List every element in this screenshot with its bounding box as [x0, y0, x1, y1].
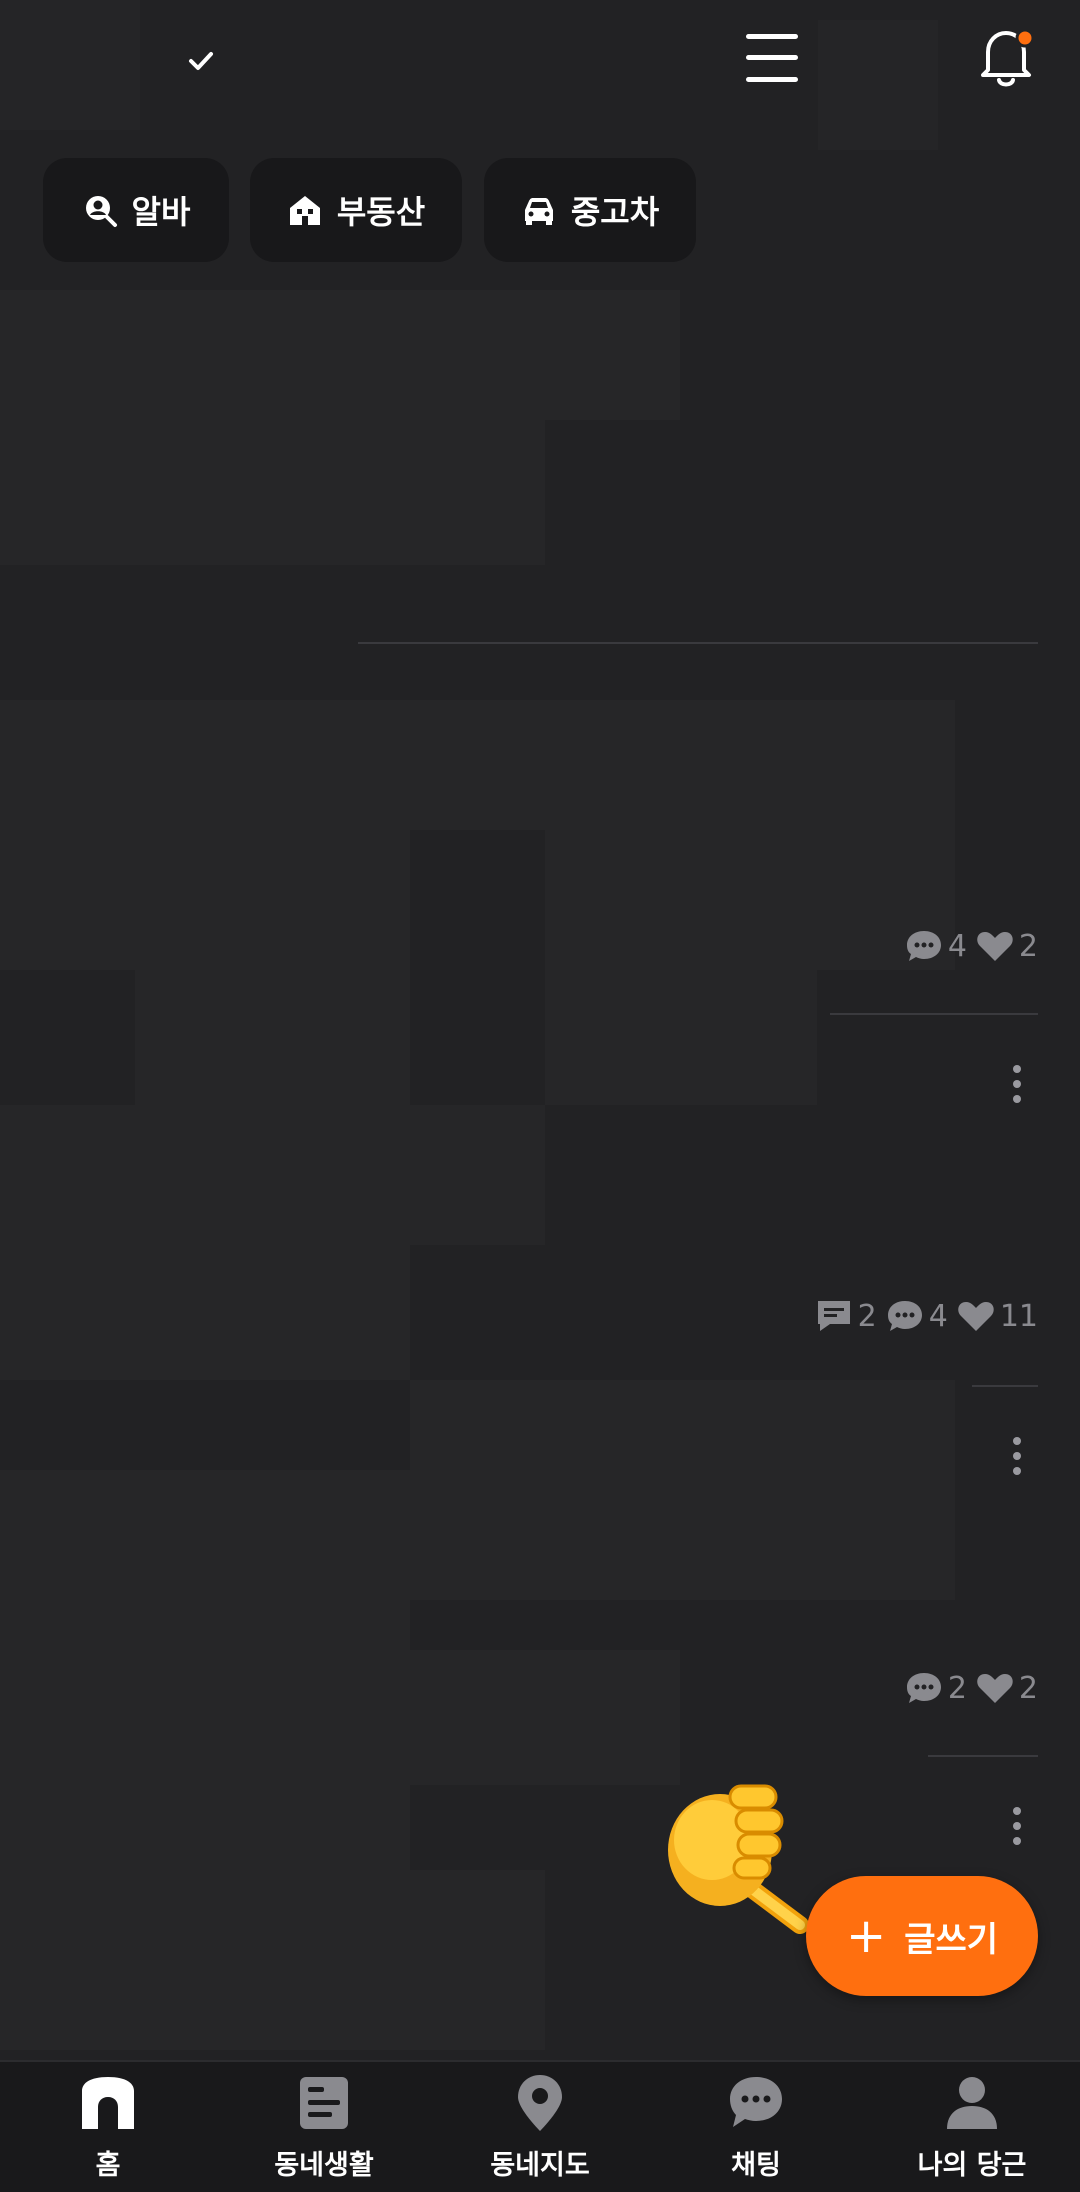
write-post-button[interactable]: + 글쓰기 [806, 1876, 1038, 1996]
comment-count: 4 [904, 928, 967, 964]
nav-label: 홈 [95, 2149, 121, 2181]
comment-count: 2 [904, 1670, 967, 1706]
redacted-block [0, 1600, 410, 1735]
redacted-block [0, 0, 140, 130]
bell-icon[interactable] [976, 24, 1038, 90]
divider [358, 642, 1038, 644]
nav-item-profile[interactable]: 나의 당근 [864, 2062, 1080, 2192]
redacted-block [0, 700, 955, 830]
nav-label: 동네생활 [274, 2149, 374, 2181]
like-count: 2 [975, 1670, 1038, 1706]
menu-icon[interactable] [744, 32, 800, 84]
heart-icon [958, 1302, 994, 1331]
chip-used-car[interactable]: 중고차 [484, 158, 696, 262]
plus-icon: + [845, 1908, 887, 1964]
redacted-block [545, 830, 955, 970]
chip-label: 알바 [131, 193, 191, 231]
nav-item-chat[interactable]: 채팅 [648, 2062, 864, 2192]
bottom-nav: 홈 동네생활 동네지도 채팅 나의 당근 [0, 2060, 1080, 2192]
redacted-block [0, 1870, 545, 2050]
redacted-block [410, 1650, 680, 1785]
post-stats: 2 2 [904, 1670, 1038, 1706]
home-icon [82, 2076, 134, 2129]
divider [830, 1013, 1038, 1015]
reply-icon [817, 1301, 850, 1331]
redacted-block [818, 20, 938, 150]
divider [928, 1755, 1038, 1757]
more-options-button[interactable] [1000, 1430, 1034, 1486]
car-icon [524, 198, 553, 225]
reply-count: 2 [814, 1298, 877, 1334]
nav-label: 동네지도 [490, 2149, 590, 2181]
redacted-block [545, 970, 817, 1105]
redacted-block [135, 970, 410, 1105]
nav-label: 채팅 [731, 2149, 781, 2181]
redacted-block [0, 1470, 955, 1600]
post-stats: 4 2 [904, 928, 1038, 964]
notification-dot [1015, 28, 1035, 48]
redacted-block [0, 420, 545, 565]
comment-count: 4 [885, 1298, 948, 1334]
nav-item-community[interactable]: 동네생활 [216, 2062, 432, 2192]
chip-job[interactable]: 알바 [43, 158, 229, 262]
redacted-block [0, 1105, 545, 1245]
community-icon [300, 2076, 348, 2129]
nav-item-map[interactable]: 동네지도 [432, 2062, 648, 2192]
chat-icon [730, 2076, 782, 2127]
job-search-icon [85, 196, 117, 227]
more-options-button[interactable] [1000, 1800, 1034, 1856]
house-icon [289, 196, 320, 225]
redacted-block [0, 1245, 410, 1380]
profile-icon [947, 2076, 997, 2129]
nav-item-home[interactable]: 홈 [0, 2062, 216, 2192]
comment-icon [887, 1301, 922, 1331]
more-options-button[interactable] [1000, 1058, 1034, 1114]
nav-label: 나의 당근 [917, 2149, 1027, 2181]
check-icon [189, 52, 213, 70]
write-post-label: 글쓰기 [904, 1919, 999, 1960]
chip-label: 부동산 [336, 193, 426, 231]
heart-icon [977, 1674, 1013, 1703]
divider [972, 1385, 1038, 1387]
redacted-block [0, 1735, 410, 1870]
post-stats: 2 4 11 [814, 1298, 1038, 1334]
redacted-block [0, 830, 410, 970]
map-pin-icon [518, 2074, 562, 2131]
heart-icon [977, 932, 1013, 961]
chip-real-estate[interactable]: 부동산 [250, 158, 462, 262]
comment-icon [906, 1673, 941, 1703]
comment-icon [906, 931, 941, 961]
chip-label: 중고차 [570, 193, 660, 231]
like-count: 11 [956, 1298, 1038, 1334]
redacted-block [0, 290, 680, 420]
like-count: 2 [975, 928, 1038, 964]
